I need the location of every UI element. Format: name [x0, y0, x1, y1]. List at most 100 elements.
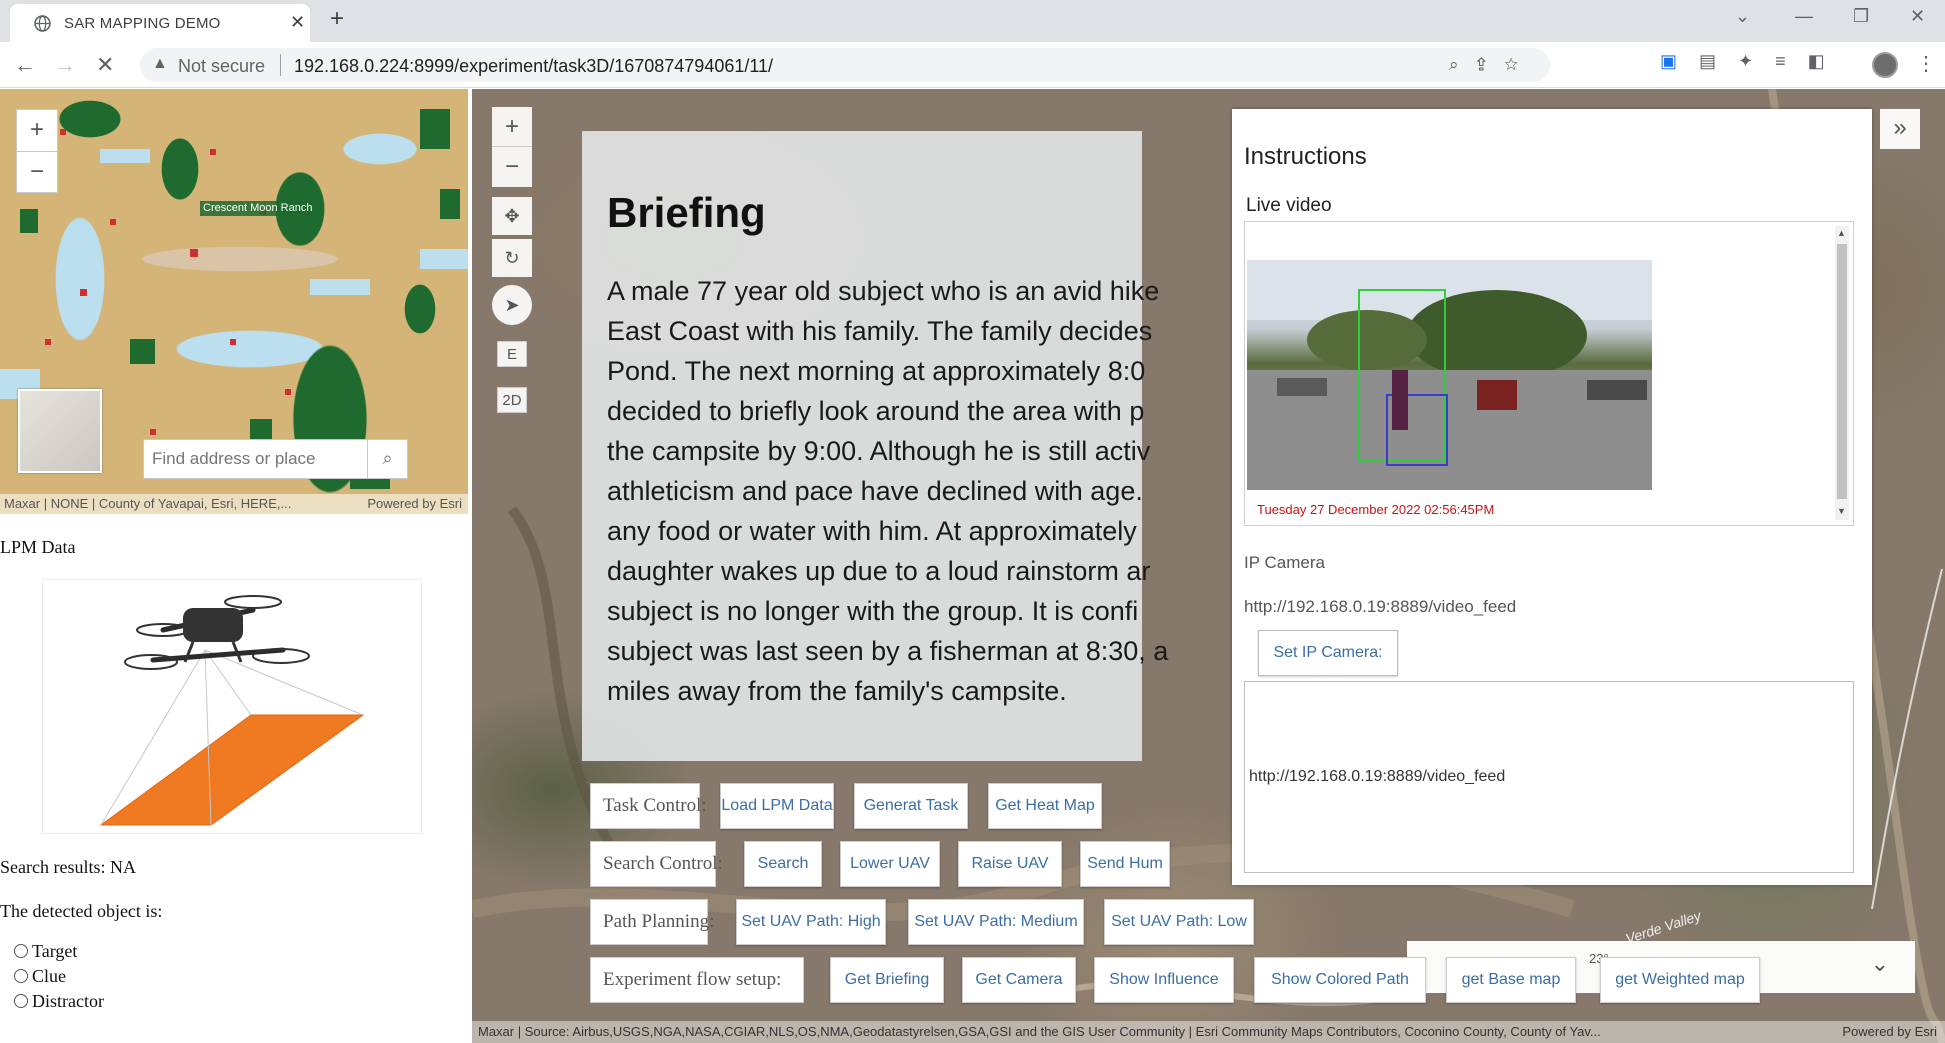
ip-camera-input[interactable]: http://192.168.0.19:8889/video_feed — [1244, 681, 1854, 873]
compass-icon[interactable]: ➤ — [492, 285, 532, 325]
video-timestamp: Tuesday 27 December 2022 02:56:45PM — [1257, 502, 1495, 517]
briefing-text: A male 77 year old subject who is an avi… — [607, 271, 1307, 711]
new-tab-icon[interactable]: + — [330, 5, 344, 33]
address-search: ⌕ — [143, 439, 408, 479]
video-scrollbar[interactable]: ▲ ▼ — [1835, 226, 1849, 520]
briefing-line: subject is no longer with the group. It … — [607, 596, 1139, 626]
close-tab-icon[interactable]: ✕ — [290, 12, 305, 33]
generate-task-button[interactable]: Generat Task — [854, 783, 968, 829]
instructions-title: Instructions — [1244, 143, 1367, 170]
rotate-icon[interactable]: ↻ — [492, 239, 532, 277]
powered-by-esri[interactable]: Powered by Esri — [1842, 1021, 1937, 1043]
tab-search-icon[interactable]: ⌄ — [1735, 6, 1750, 27]
overview-attribution: Maxar | NONE | County of Yavapai, Esri, … — [0, 494, 468, 514]
forward-arrow-icon[interactable]: → — [54, 52, 76, 78]
not-secure-label[interactable]: Not secure — [178, 56, 265, 77]
scroll-down-icon[interactable]: ▼ — [1837, 506, 1846, 516]
zoom-out-icon[interactable]: − — [17, 152, 57, 194]
reader-icon[interactable]: ▤ — [1699, 51, 1716, 71]
elevation-button[interactable]: E — [497, 341, 527, 367]
option-label: Target — [32, 941, 78, 961]
basemap-toggle[interactable] — [18, 389, 102, 473]
lower-uav-button[interactable]: Lower UAV — [840, 841, 940, 887]
briefing-line: decided to briefly look around the area … — [607, 396, 1145, 426]
briefing-line: miles away from the family's campsite. — [607, 676, 1067, 706]
option-label: Distractor — [32, 991, 104, 1011]
minimize-icon[interactable]: — — [1795, 6, 1813, 27]
load-lpm-data-button[interactable]: Load LPM Data — [720, 783, 834, 829]
search-icon[interactable]: ⌕ — [367, 440, 407, 478]
radio-button[interactable] — [14, 994, 28, 1008]
show-colored-path-button[interactable]: Show Colored Path — [1254, 957, 1426, 1003]
zoom-out-icon[interactable]: − — [492, 147, 532, 187]
get-weighted-map-button[interactable]: get Weighted map — [1600, 957, 1760, 1003]
set-ip-camera-button[interactable]: Set IP Camera: — [1258, 630, 1398, 676]
get-heat-map-button[interactable]: Get Heat Map — [988, 783, 1102, 829]
chevron-down-icon[interactable]: ⌄ — [1871, 951, 1889, 977]
collapse-panel-icon[interactable]: » — [1880, 109, 1920, 149]
live-video-feed — [1247, 260, 1652, 490]
raise-uav-button[interactable]: Raise UAV — [958, 841, 1062, 887]
option-distractor[interactable]: Distractor — [14, 991, 104, 1012]
left-panel: + − Crescent Moon Ranch ⌕ Maxar | NONE |… — [0, 89, 470, 1043]
radio-button[interactable] — [14, 944, 28, 958]
get-camera-button[interactable]: Get Camera — [962, 957, 1076, 1003]
zoom-in-icon[interactable]: + — [492, 107, 532, 147]
ip-camera-label: IP Camera — [1244, 553, 1325, 572]
option-clue[interactable]: Clue — [14, 966, 66, 987]
side-panel-icon[interactable]: ◧ — [1808, 51, 1825, 71]
ip-camera-url: http://192.168.0.19:8889/video_feed — [1244, 597, 1517, 616]
get-briefing-button[interactable]: Get Briefing — [830, 957, 944, 1003]
option-target[interactable]: Target — [14, 941, 77, 962]
set-uav-path-medium-button[interactable]: Set UAV Path: Medium — [908, 899, 1084, 945]
browser-tab[interactable]: SAR MAPPING DEMO ✕ — [10, 4, 310, 42]
bookmark-star-icon[interactable]: ☆ — [1504, 55, 1536, 74]
back-arrow-icon[interactable]: ← — [14, 52, 36, 78]
stop-loading-icon[interactable]: ✕ — [96, 52, 114, 78]
extensions-puzzle-icon[interactable]: ✦ — [1738, 51, 1753, 71]
restore-icon[interactable]: ❐ — [1853, 6, 1869, 27]
briefing-line: Pond. The next morning at approximately … — [607, 356, 1146, 386]
zoom-in-icon[interactable]: + — [17, 110, 57, 152]
pan-icon[interactable]: ✥ — [492, 197, 532, 235]
warning-triangle-icon[interactable]: ▲ — [152, 55, 168, 73]
translate-icon[interactable]: ▣ — [1660, 51, 1677, 71]
set-uav-path-low-button[interactable]: Set UAV Path: Low — [1104, 899, 1254, 945]
browser-menu-icon[interactable]: ⋮ — [1916, 51, 1936, 76]
profile-avatar[interactable] — [1872, 52, 1898, 78]
extension-icons: ▣ ▤ ✦ ≡ ◧ — [1660, 51, 1847, 72]
live-video-container[interactable]: Tuesday 27 December 2022 02:56:45PM ▲ ▼ — [1244, 221, 1854, 526]
tab-title: SAR MAPPING DEMO — [64, 15, 221, 32]
address-search-input[interactable] — [144, 440, 366, 478]
set-uav-path-high-button[interactable]: Set UAV Path: High — [736, 899, 886, 945]
zoom-control: + − — [492, 107, 532, 187]
get-base-map-button[interactable]: get Base map — [1446, 957, 1576, 1003]
share-icon[interactable]: ⇪ — [1477, 55, 1505, 74]
lpm-data-title: LPM Data — [0, 537, 76, 557]
path-planning-label: Path Planning: — [590, 899, 714, 945]
media-queue-icon[interactable]: ≡ — [1775, 51, 1786, 71]
main-map[interactable]: Verde Valley Bo + − ✥ ↻ ➤ E 2D Briefing … — [472, 89, 1945, 1043]
briefing-line: subject was last seen by a fisherman at … — [607, 636, 1169, 666]
scroll-up-icon[interactable]: ▲ — [1837, 228, 1846, 238]
zoom-icon[interactable]: ⌕ — [1449, 55, 1477, 74]
drone-illustration — [42, 579, 422, 834]
close-window-icon[interactable]: ✕ — [1910, 6, 1925, 27]
search-button[interactable]: Search — [744, 841, 822, 887]
briefing-line: daughter wakes up due to a loud rainstor… — [607, 556, 1151, 586]
browser-tab-bar: SAR MAPPING DEMO ✕ + ⌄ — ❐ ✕ — [0, 0, 1945, 42]
radio-button[interactable] — [14, 969, 28, 983]
search-control-label: Search Control: — [590, 841, 723, 887]
scrollbar-thumb[interactable] — [1837, 244, 1847, 499]
url-omnibox[interactable]: ▲ Not secure 192.168.0.224:8999/experime… — [140, 48, 1550, 82]
url-text[interactable]: 192.168.0.224:8999/experiment/task3D/167… — [294, 56, 773, 77]
overview-map[interactable]: + − Crescent Moon Ranch ⌕ Maxar | NONE |… — [0, 89, 468, 514]
show-influence-button[interactable]: Show Influence — [1094, 957, 1234, 1003]
briefing-line: the campsite by 9:00. Although he is sti… — [607, 436, 1151, 466]
powered-by-esri[interactable]: Powered by Esri — [367, 494, 462, 514]
attribution-text: Maxar | NONE | County of Yavapai, Esri, … — [4, 496, 292, 511]
briefing-line: any food or water with him. At approxima… — [607, 516, 1137, 546]
task-control-label: Task Control: — [590, 783, 707, 829]
view-mode-button[interactable]: 2D — [497, 387, 527, 413]
send-human-button[interactable]: Send Hum — [1080, 841, 1170, 887]
